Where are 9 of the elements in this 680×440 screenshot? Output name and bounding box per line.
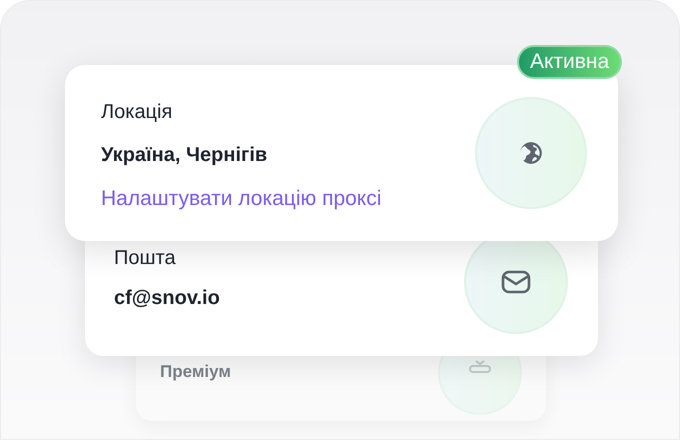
globe-icon <box>518 140 544 166</box>
status-badge: Активна <box>517 45 622 79</box>
location-label: Локація <box>101 100 174 126</box>
proxy-location-link[interactable]: Налаштувати локацію проксі <box>101 183 382 215</box>
plan-label: Преміум <box>160 361 231 383</box>
envelope-icon <box>500 269 532 295</box>
location-value: Україна, Чернігів <box>101 143 268 168</box>
email-label: Пошта <box>114 246 177 271</box>
email-value: cf@snov.io <box>114 286 220 311</box>
